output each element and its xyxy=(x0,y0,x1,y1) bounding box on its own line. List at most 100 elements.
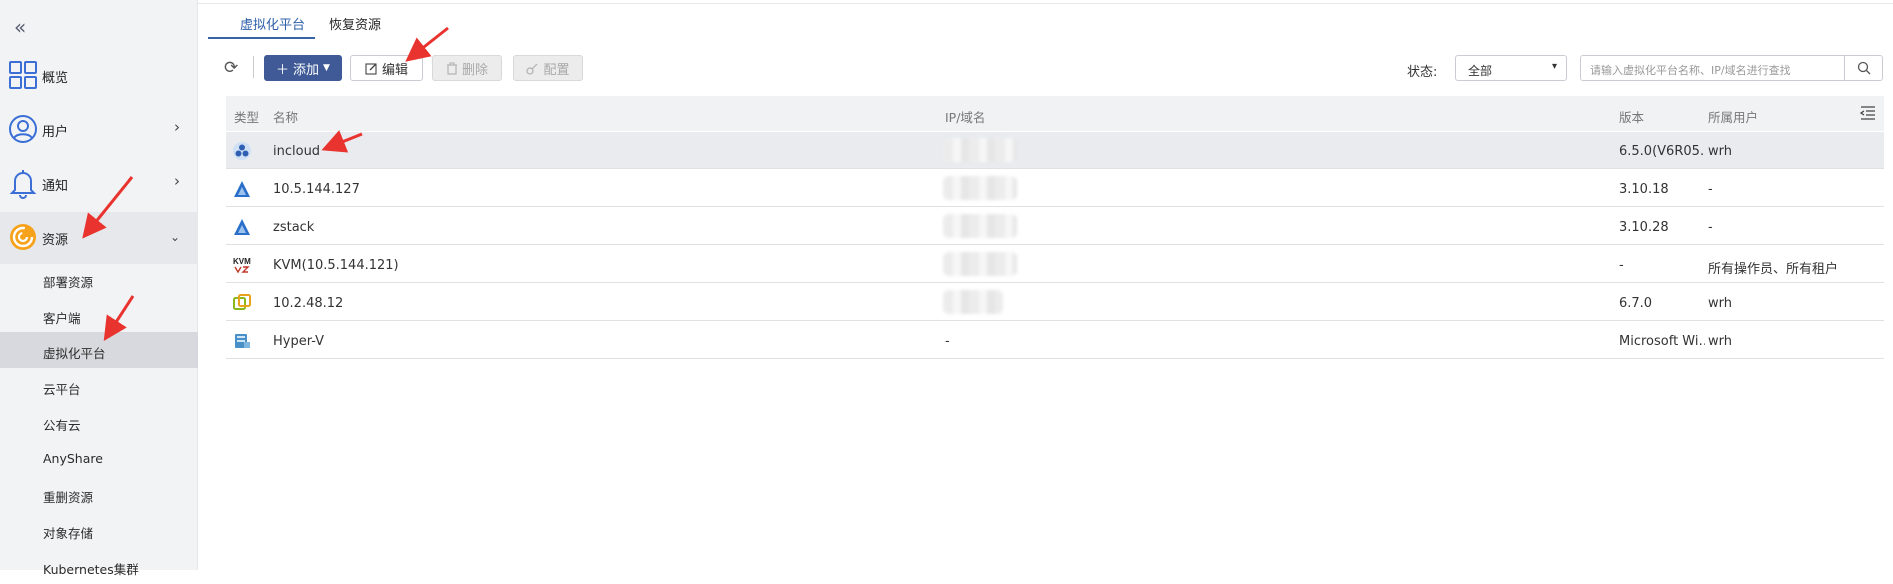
sidebar-subitem-public-cloud[interactable]: 公有云 xyxy=(0,404,198,440)
column-header-type: 类型 xyxy=(234,110,260,125)
tab-restore-resources[interactable]: 恢复资源 xyxy=(329,14,381,33)
sidebar-item-users[interactable]: 用户 › xyxy=(0,104,198,156)
double-chevron-left-icon[interactable]: « xyxy=(14,17,26,37)
sidebar-subitem-label: Kubernetes集群 xyxy=(43,562,139,577)
row-version: - xyxy=(1619,258,1624,273)
row-name[interactable]: incloud xyxy=(273,144,320,159)
row-name[interactable]: zstack xyxy=(273,220,314,235)
chevron-down-icon: ⌄ xyxy=(169,230,180,244)
sidebar-item-label: 资源 xyxy=(42,233,69,248)
table-row[interactable]: Hyper-V - Microsoft Wi… wrh xyxy=(226,322,1884,359)
plus-icon: ＋ xyxy=(276,62,290,78)
row-owner: wrh xyxy=(1708,144,1732,159)
edit-icon xyxy=(365,62,377,75)
row-version: 6.5.0(V6R05… xyxy=(1619,144,1703,159)
svg-text:KVM: KVM xyxy=(233,257,251,266)
sidebar-subitem-object-storage[interactable]: 对象存储 xyxy=(0,512,198,548)
sidebar-subitem-deploy-resources[interactable]: 部署资源 xyxy=(0,261,198,297)
chevron-right-icon: › xyxy=(174,118,180,136)
delete-button[interactable]: 删除 xyxy=(432,55,502,81)
search-button[interactable] xyxy=(1845,55,1883,81)
kvm-icon: KVM xyxy=(233,257,251,274)
row-version: Microsoft Wi… xyxy=(1619,334,1705,349)
add-button[interactable]: ＋ 添加 ▼ xyxy=(264,55,342,81)
edit-button-label: 编辑 xyxy=(381,62,408,78)
bell-icon xyxy=(9,170,37,199)
row-version: 3.10.18 xyxy=(1619,182,1669,197)
table-row[interactable]: incloud 6.5.0(V6R05… wrh xyxy=(226,132,1884,169)
sidebar-subitem-label: 公有云 xyxy=(43,418,81,433)
dashboard-grid-icon xyxy=(9,61,37,89)
column-header-owner[interactable]: 所属用户 xyxy=(1708,107,1758,126)
sidebar: « 概览 用户 › 通知 › 资源 ⌄ 部署资源 客户端 虚拟化平台 云平台 公… xyxy=(0,0,198,577)
sidebar-subitem-dedup[interactable]: 重删资源 xyxy=(0,476,198,512)
refresh-icon[interactable]: ⟳ xyxy=(224,58,238,78)
sidebar-subitem-label: 重删资源 xyxy=(43,490,94,505)
table-row[interactable]: KVM KVM(10.5.144.121) - 所有操作员、所有租户 xyxy=(226,246,1884,283)
sidebar-subitem-label: 对象存储 xyxy=(43,526,94,541)
row-owner: - xyxy=(1708,182,1713,197)
column-settings-icon[interactable] xyxy=(1860,105,1876,121)
sidebar-subitem-cloud-platform[interactable]: 云平台 xyxy=(0,368,198,404)
row-name[interactable]: Hyper-V xyxy=(273,334,324,349)
sidebar-subitem-label: 虚拟化平台 xyxy=(43,346,106,361)
row-version: 3.10.28 xyxy=(1619,220,1669,235)
sidebar-item-notifications[interactable]: 通知 › xyxy=(0,158,198,210)
search-placeholder: 请输入虚拟化平台名称、IP/域名进行查找 xyxy=(1590,64,1791,77)
row-owner: 所有操作员、所有租户 xyxy=(1708,262,1839,277)
ip-redacted xyxy=(943,290,1003,314)
config-button[interactable]: 配置 xyxy=(513,55,583,81)
search-input[interactable]: 请输入虚拟化平台名称、IP/域名进行查找 xyxy=(1580,55,1845,81)
status-filter-label: 状态: xyxy=(1407,65,1438,80)
config-wrench-icon xyxy=(526,63,538,75)
sidebar-subitem-kubernetes[interactable]: Kubernetes集群 xyxy=(0,548,198,584)
chevron-right-icon: › xyxy=(174,172,180,190)
column-header-ip[interactable]: IP/域名 xyxy=(945,107,985,126)
row-owner: wrh xyxy=(1708,334,1732,349)
row-owner: wrh xyxy=(1708,296,1732,311)
trash-icon xyxy=(446,61,457,75)
ip-redacted xyxy=(943,176,1017,200)
row-name[interactable]: 10.5.144.127 xyxy=(273,182,360,197)
table-row[interactable]: zstack 3.10.28 - xyxy=(226,208,1884,245)
edit-button[interactable]: 编辑 xyxy=(350,55,423,81)
search-icon xyxy=(1857,61,1871,75)
sidebar-subitem-clients[interactable]: 客户端 xyxy=(0,297,198,333)
table-row[interactable]: 10.5.144.127 3.10.18 - xyxy=(226,170,1884,207)
sidebar-item-label: 用户 xyxy=(42,125,69,140)
toolbar-divider xyxy=(253,56,254,78)
tab-active-indicator xyxy=(208,37,315,39)
sidebar-subitem-label: AnyShare xyxy=(43,451,103,466)
user-circle-icon xyxy=(9,115,37,143)
caret-down-icon: ▾ xyxy=(1551,61,1557,72)
column-header-name[interactable]: 名称 xyxy=(273,107,298,126)
column-header-version[interactable]: 版本 xyxy=(1619,107,1644,126)
sidebar-item-label: 概览 xyxy=(42,71,69,86)
row-owner: - xyxy=(1708,220,1713,235)
table-header: 类型 名称 IP/域名 版本 所属用户 xyxy=(226,96,1884,131)
table-row[interactable]: 10.2.48.12 6.7.0 wrh xyxy=(226,284,1884,321)
incloud-icon xyxy=(233,142,251,160)
ip-redacted xyxy=(943,214,1017,238)
vmware-icon xyxy=(233,294,251,310)
sidebar-item-label: 通知 xyxy=(42,179,69,194)
row-name[interactable]: KVM(10.5.144.121) xyxy=(273,258,399,273)
row-ip: - xyxy=(945,334,950,349)
sidebar-subitem-label: 云平台 xyxy=(43,382,81,397)
ip-redacted xyxy=(943,252,1017,276)
sidebar-item-resources[interactable]: 资源 ⌄ xyxy=(0,212,198,264)
ip-redacted xyxy=(943,138,1017,162)
zstack-icon xyxy=(234,219,250,235)
row-name[interactable]: 10.2.48.12 xyxy=(273,296,343,311)
row-version: 6.7.0 xyxy=(1619,296,1653,311)
sidebar-subitem-virtualization[interactable]: 虚拟化平台 xyxy=(0,332,198,368)
sidebar-subitem-anyshare[interactable]: AnyShare xyxy=(0,440,198,476)
caret-down-icon: ▼ xyxy=(323,63,330,73)
status-select[interactable]: 全部 ▾ xyxy=(1455,55,1567,81)
sidebar-item-overview[interactable]: 概览 xyxy=(0,50,198,102)
sidebar-subitem-label: 客户端 xyxy=(43,311,81,326)
top-divider xyxy=(198,3,1893,4)
tab-virtualization[interactable]: 虚拟化平台 xyxy=(240,14,305,33)
sidebar-subitem-label: 部署资源 xyxy=(43,275,94,290)
delete-button-label: 删除 xyxy=(461,62,488,78)
